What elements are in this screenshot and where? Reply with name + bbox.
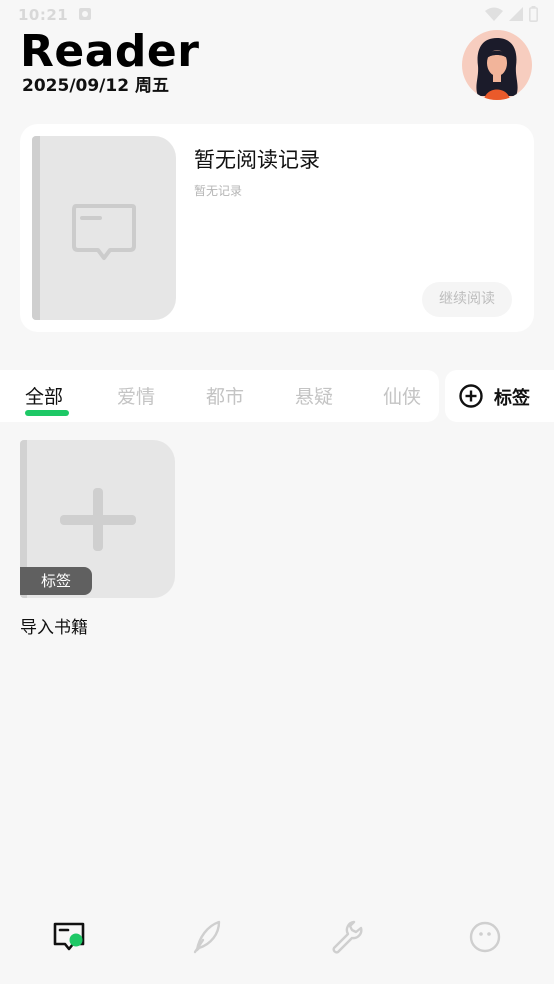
recent-reading-card[interactable]: 暂无阅读记录 暂无记录 继续阅读 bbox=[20, 124, 534, 332]
tab-all[interactable]: 全部 bbox=[25, 382, 63, 409]
tab-romance[interactable]: 爱情 bbox=[117, 382, 155, 409]
wifi-icon bbox=[485, 7, 503, 21]
import-book-tile[interactable]: 标签 bbox=[20, 440, 175, 598]
battery-icon bbox=[529, 6, 538, 22]
tag-badge: 标签 bbox=[20, 567, 92, 595]
settings-status-icon bbox=[79, 8, 91, 20]
recent-title: 暂无阅读记录 bbox=[194, 148, 320, 172]
import-book-label: 导入书籍 bbox=[20, 618, 88, 638]
empty-book-icon bbox=[72, 204, 136, 260]
tab-xianxia[interactable]: 仙侠 bbox=[383, 382, 421, 409]
category-tabs: 全部 爱情 都市 悬疑 仙侠 bbox=[0, 370, 439, 422]
avatar-illustration bbox=[476, 38, 518, 100]
book-spine bbox=[32, 136, 40, 320]
signal-icon bbox=[509, 7, 523, 21]
bottom-navigation bbox=[0, 900, 554, 976]
continue-reading-button[interactable]: 继续阅读 bbox=[422, 282, 512, 317]
tag-button[interactable]: 标签 bbox=[445, 370, 554, 422]
tab-active-indicator bbox=[25, 410, 69, 416]
book-cover-placeholder bbox=[32, 136, 176, 320]
bookshelf-icon[interactable] bbox=[51, 918, 87, 954]
wrench-icon[interactable] bbox=[328, 918, 364, 954]
status-icons bbox=[485, 6, 538, 22]
tab-urban[interactable]: 都市 bbox=[206, 382, 244, 409]
recent-subtitle: 暂无记录 bbox=[194, 184, 243, 198]
avatar[interactable] bbox=[462, 30, 532, 100]
feather-icon[interactable] bbox=[189, 918, 225, 954]
face-icon[interactable] bbox=[467, 918, 503, 954]
tab-mystery[interactable]: 悬疑 bbox=[295, 382, 333, 409]
tag-button-label: 标签 bbox=[494, 388, 530, 409]
current-date: 2025/09/12 周五 bbox=[22, 76, 169, 96]
plus-circle-icon bbox=[459, 384, 483, 408]
status-time: 10:21 bbox=[18, 6, 69, 24]
